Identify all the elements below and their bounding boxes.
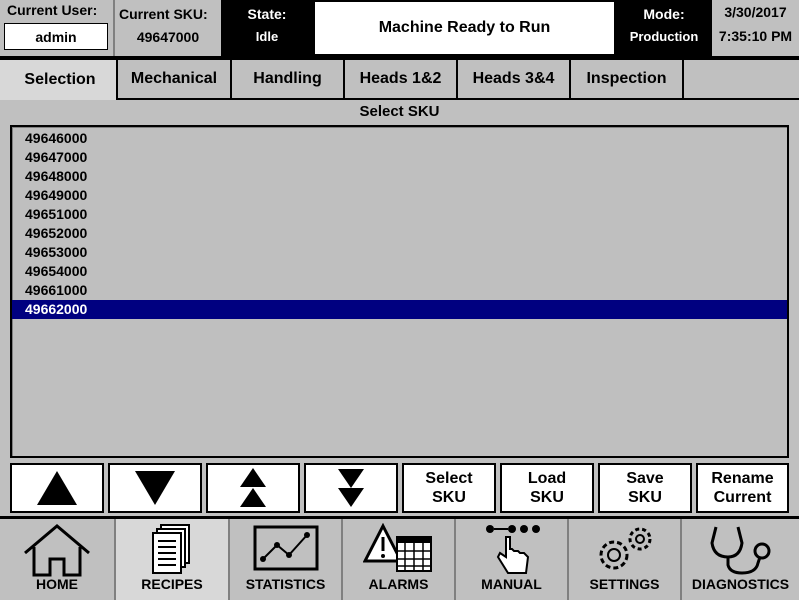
settings-icon [599,527,651,570]
current-sku-panel: Current SKU: 49647000 [113,0,221,56]
save-sku-button[interactable]: Save SKU [598,463,692,513]
tab-heads-1-2[interactable]: Heads 1&2 [345,60,458,100]
down-arrow-icon [135,471,175,505]
nav-home[interactable]: HOME [0,519,116,600]
diagnostics-icon [709,526,770,575]
list-item[interactable]: 49661000 [25,281,785,300]
status-header: Current User: admin Current SKU: 4964700… [0,0,799,56]
select-sku-button[interactable]: Select SKU [402,463,496,513]
tab-mechanical[interactable]: Mechanical [118,60,232,100]
machine-status-message: Machine Ready to Run [313,0,616,56]
nav-recipes-label: RECIPES [141,576,203,592]
manual-icon [485,525,540,574]
list-item[interactable]: 49647000 [25,148,785,167]
recipe-tabs: Selection Mechanical Handling Heads 1&2 … [0,60,799,100]
mode-value: Production [629,29,699,44]
nav-diagnostics-label: DIAGNOSTICS [691,576,790,592]
load-sku-button[interactable]: Load SKU [500,463,594,513]
list-item-label: 49662000 [25,301,88,317]
home-icon [24,524,90,577]
sku-list[interactable]: 49646000 49647000 49648000 49649000 4965… [10,125,789,458]
state-label: State: [247,6,287,22]
current-user-value[interactable]: admin [4,23,108,50]
list-item[interactable]: 49646000 [25,129,785,148]
statistics-icon [253,525,318,571]
page-up-button[interactable] [206,463,300,513]
nav-manual[interactable]: MANUAL [456,519,569,600]
list-item[interactable]: 49648000 [25,167,785,186]
nav-statistics[interactable]: STATISTICS [230,519,343,600]
page-up-arrow-icon [240,468,266,507]
nav-alarms[interactable]: ALARMS [343,519,456,600]
list-item-selected[interactable]: 49662000 [12,300,787,319]
list-title: Select SKU [359,103,440,120]
tab-inspection[interactable]: Inspection [571,60,684,100]
state-panel: State: Idle [221,0,313,56]
list-item[interactable]: 49654000 [25,262,785,281]
list-item[interactable]: 49653000 [25,243,785,262]
page-down-button[interactable] [304,463,398,513]
current-sku-value: 49647000 [136,29,200,45]
current-sku-label: Current SKU: [119,6,208,22]
state-value: Idle [255,29,279,44]
rename-current-button[interactable]: Rename Current [696,463,789,513]
tab-heads-3-4[interactable]: Heads 3&4 [458,60,571,100]
current-user-panel: Current User: admin [0,0,113,56]
nav-home-label: HOME [36,576,78,592]
recipes-icon [152,524,190,574]
nav-diagnostics[interactable]: DIAGNOSTICS [682,519,799,600]
current-user-label: Current User: [7,2,98,18]
tab-selection[interactable]: Selection [4,60,118,100]
list-item[interactable]: 49652000 [25,224,785,243]
mode-panel: Mode: Production [616,0,712,56]
nav-statistics-label: STATISTICS [245,576,326,592]
selection-caret-icon [13,302,23,316]
time-display: 7:35:10 PM [718,28,793,44]
tab-strip-filler [684,60,799,100]
list-item[interactable]: 49649000 [25,186,785,205]
nav-recipes[interactable]: RECIPES [116,519,230,600]
list-item[interactable]: 49651000 [25,205,785,224]
nav-alarms-label: ALARMS [368,576,429,592]
scroll-up-button[interactable] [10,463,104,513]
nav-settings-label: SETTINGS [589,576,660,592]
nav-manual-label: MANUAL [481,576,542,592]
page-down-arrow-icon [338,469,364,507]
mode-label: Mode: [643,6,685,22]
scroll-down-button[interactable] [108,463,202,513]
up-arrow-icon [37,471,77,505]
tab-handling[interactable]: Handling [232,60,345,100]
alarms-icon [362,523,432,572]
datetime-panel: 3/30/2017 7:35:10 PM [712,0,799,56]
nav-settings[interactable]: SETTINGS [569,519,682,600]
date-display: 3/30/2017 [724,4,787,20]
